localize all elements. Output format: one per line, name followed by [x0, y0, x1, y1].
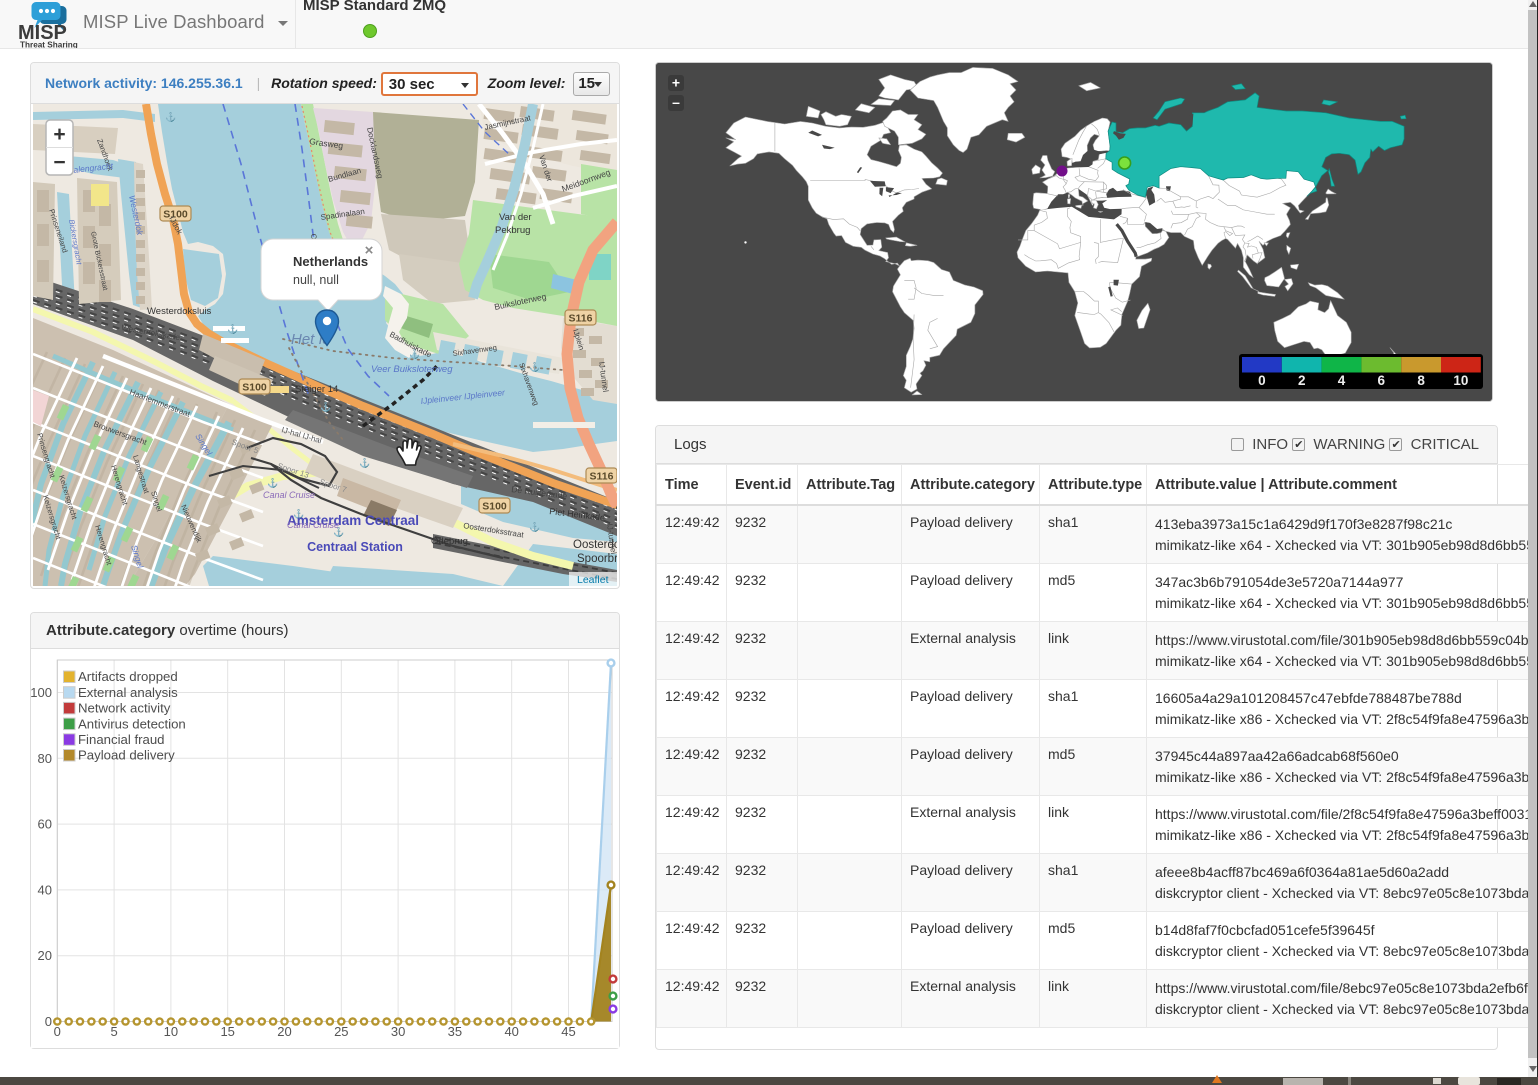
svg-text:⚓: ⚓	[359, 457, 370, 468]
svg-text:Steiger 14: Steiger 14	[295, 384, 338, 395]
svg-text:Network activity: Network activity	[78, 701, 171, 716]
svg-text:S116: S116	[569, 313, 593, 325]
svg-text:S116: S116	[590, 471, 614, 483]
svg-text:15: 15	[220, 1024, 234, 1039]
svg-text:Canal Cruise: Canal Cruise	[287, 520, 339, 530]
svg-text:External analysis: External analysis	[78, 685, 178, 700]
svg-text:Financial fraud: Financial fraud	[78, 732, 165, 747]
svg-text:45: 45	[561, 1024, 575, 1039]
svg-text:60: 60	[38, 817, 52, 832]
svg-text:S100: S100	[482, 501, 507, 513]
svg-text:0: 0	[1258, 373, 1266, 388]
svg-text:20: 20	[277, 1024, 291, 1039]
svg-text:40: 40	[38, 882, 52, 897]
svg-text:80: 80	[38, 751, 52, 766]
svg-text:6: 6	[1378, 373, 1386, 388]
svg-text:Antivirus detection: Antivirus detection	[78, 716, 186, 731]
svg-text:Payload delivery: Payload delivery	[78, 748, 175, 763]
svg-text:0: 0	[54, 1024, 61, 1039]
svg-text:Canal Cruise: Canal Cruise	[263, 490, 315, 500]
svg-text:4: 4	[1338, 373, 1346, 388]
svg-text:10: 10	[164, 1024, 178, 1039]
svg-text:⚓: ⚓	[165, 111, 176, 122]
svg-text:25: 25	[334, 1024, 348, 1039]
svg-text:0: 0	[45, 1014, 52, 1029]
svg-text:2: 2	[1298, 373, 1306, 388]
svg-text:30: 30	[391, 1024, 405, 1039]
svg-text:20: 20	[38, 948, 52, 963]
svg-text:⚓: ⚓	[529, 361, 540, 372]
svg-text:S100: S100	[242, 382, 267, 394]
svg-text:10: 10	[1453, 373, 1468, 388]
svg-text:×: ×	[365, 242, 374, 259]
svg-text:Netherlands: Netherlands	[293, 254, 368, 269]
svg-text:Centraal Station: Centraal Station	[307, 540, 403, 554]
svg-text:8: 8	[1417, 373, 1425, 388]
svg-text:⚓: ⚓	[227, 323, 238, 334]
svg-text:Odebrug: Odebrug	[431, 536, 468, 547]
svg-text:+: +	[53, 123, 65, 146]
svg-text:40: 40	[504, 1024, 518, 1039]
svg-text:Threat Sharing: Threat Sharing	[20, 41, 78, 49]
svg-text:–: –	[672, 94, 680, 110]
svg-text:⚓: ⚓	[529, 521, 540, 532]
svg-text:null, null: null, null	[293, 273, 339, 287]
svg-text:Van der: Van der	[499, 212, 532, 223]
svg-text:Artifacts dropped: Artifacts dropped	[78, 669, 178, 684]
svg-text:Leaflet: Leaflet	[577, 574, 609, 586]
svg-text:100: 100	[31, 685, 52, 700]
svg-text:+: +	[672, 75, 680, 91]
svg-text:⚓: ⚓	[267, 477, 278, 488]
svg-text:−: −	[53, 151, 65, 174]
svg-text:5: 5	[110, 1024, 117, 1039]
svg-text:Veer Buiksloterweg: Veer Buiksloterweg	[371, 364, 453, 375]
svg-text:35: 35	[448, 1024, 462, 1039]
svg-text:Spoorbrug: Spoorbrug	[577, 553, 617, 565]
svg-text:⚓: ⚓	[320, 401, 331, 412]
svg-text:Pekbrug: Pekbrug	[495, 225, 530, 236]
svg-text:Westerdoksluis: Westerdoksluis	[147, 306, 211, 317]
